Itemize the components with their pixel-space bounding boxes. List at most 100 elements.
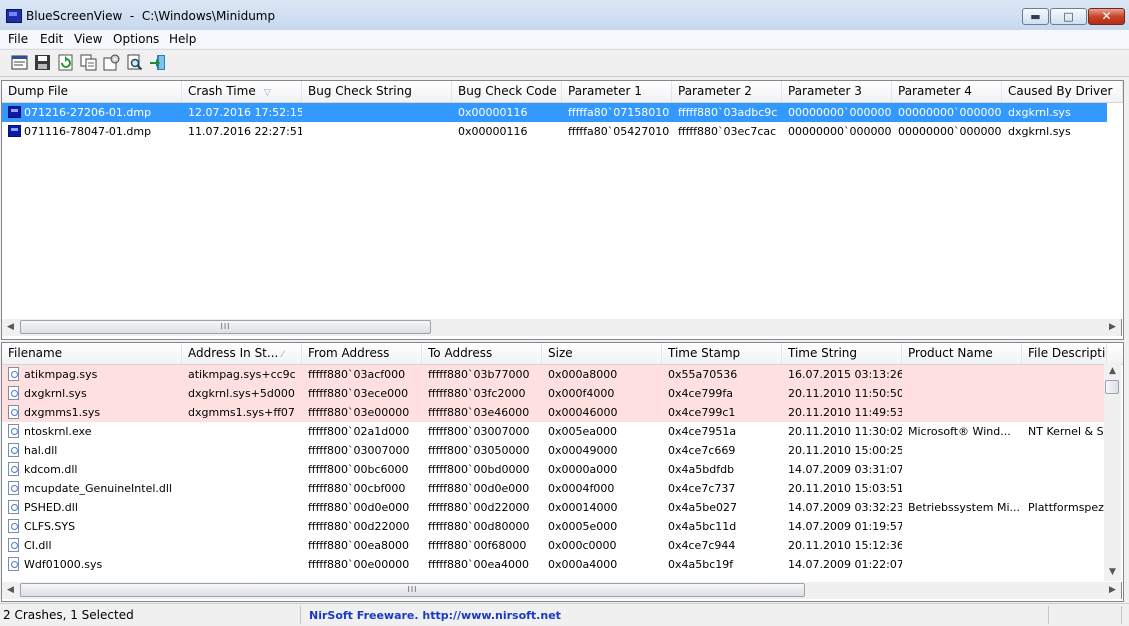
properties-icon[interactable] xyxy=(11,54,28,71)
refresh-icon[interactable] xyxy=(57,54,74,71)
scroll-right-icon[interactable]: ▶ xyxy=(1104,319,1121,336)
driver-row[interactable]: Wdf01000.sys fffff880`00e00000 fffff880`00… xyxy=(2,555,1107,574)
dump-cell-bug-code: 0x00000116 xyxy=(458,106,528,119)
find-icon[interactable] xyxy=(126,54,143,71)
driver-cell-stamp: 0x4a5be027 xyxy=(668,501,737,514)
driver-row[interactable]: atikmpag.sys atikmpag.sys+cc9c fffff880`03… xyxy=(2,365,1107,384)
sort-descending-icon: ▽ xyxy=(264,88,271,98)
driver-cell-addr xyxy=(182,441,302,460)
driver-row[interactable]: hal.dll fffff800`03007000 fffff800`0305000… xyxy=(2,441,1107,460)
driver-row[interactable]: CI.dll fffff880`00ea8000 fffff880`00f68000… xyxy=(2,536,1107,555)
save-icon[interactable] xyxy=(34,54,51,71)
column-to-address[interactable]: To Address xyxy=(422,343,542,364)
advanced-options-icon[interactable] xyxy=(103,54,120,71)
minimize-button[interactable]: ▬ xyxy=(1022,8,1049,25)
dump-row[interactable]: 071116-78047-01.dmp 11.07.2016 22:27:51 0x… xyxy=(2,122,1107,141)
column-address-in-stack[interactable]: Address In St... ⁄ xyxy=(182,343,302,364)
driver-cell-from: fffff880`03acf000 xyxy=(308,368,406,381)
driver-cell-name: ntoskrnl.exe xyxy=(24,425,92,438)
driver-cell-from: fffff800`02a1d000 xyxy=(308,425,410,438)
dump-cell-p2: fffff880`03adbc9c xyxy=(678,106,778,119)
driver-cell-to: fffff880`00d0e000 xyxy=(428,482,530,495)
menu-help[interactable]: Help xyxy=(167,31,198,47)
driver-row[interactable]: dxgmms1.sys dxgmms1.sys+ff07 fffff880`03e0… xyxy=(2,403,1107,422)
driver-row[interactable]: PSHED.dll fffff880`00d0e000 fffff880`00d22… xyxy=(2,498,1107,517)
nirsoft-link[interactable]: NirSoft Freeware. http://www.nirsoft.net xyxy=(309,606,1049,624)
driver-list-horizontal-scrollbar[interactable]: ◀ III ▶ xyxy=(1,582,1122,599)
column-time-stamp[interactable]: Time Stamp xyxy=(662,343,782,364)
dump-cell-file: 071216-27206-01.dmp xyxy=(24,106,152,119)
driver-cell-tstr: 20.11.2010 11:50:50 xyxy=(788,387,902,400)
scroll-left-icon[interactable]: ◀ xyxy=(2,582,19,599)
crash-dump-list[interactable]: Dump File Crash Time ▽ Bug Check String B… xyxy=(1,80,1124,340)
driver-cell-tstr: 20.11.2010 15:03:51 xyxy=(788,482,902,495)
column-size[interactable]: Size xyxy=(542,343,662,364)
driver-row[interactable]: CLFS.SYS fffff880`00d22000 fffff880`00d800… xyxy=(2,517,1107,536)
menu-file[interactable]: File xyxy=(6,31,30,47)
column-dump-file[interactable]: Dump File xyxy=(2,81,182,102)
driver-file-icon xyxy=(8,519,19,533)
driver-cell-tstr: 20.11.2010 15:00:25 xyxy=(788,444,902,457)
column-time-string[interactable]: Time String xyxy=(782,343,902,364)
column-bug-check-string[interactable]: Bug Check String xyxy=(302,81,452,102)
maximize-button[interactable]: □ xyxy=(1050,8,1087,25)
status-bar: 2 Crashes, 1 Selected NirSoft Freeware. … xyxy=(0,603,1129,626)
driver-cell-name: atikmpag.sys xyxy=(24,368,98,381)
scroll-left-icon[interactable]: ◀ xyxy=(2,319,19,336)
nirsoft-link-text[interactable]: NirSoft Freeware. http://www.nirsoft.net xyxy=(309,609,561,622)
driver-cell-product xyxy=(902,517,1022,536)
scroll-thumb[interactable]: III xyxy=(20,320,431,334)
scroll-up-icon[interactable]: ▲ xyxy=(1104,363,1121,380)
driver-list-vertical-scrollbar[interactable]: ▲ ▼ xyxy=(1104,363,1121,581)
column-filename[interactable]: Filename xyxy=(2,343,182,364)
driver-row[interactable]: mcupdate_GenuineIntel.dll fffff880`00cbf0… xyxy=(2,479,1107,498)
dump-row[interactable]: 071216-27206-01.dmp 12.07.2016 17:52:15 0x… xyxy=(2,103,1107,122)
driver-cell-from: fffff800`03007000 xyxy=(308,444,410,457)
close-button[interactable]: ✕ xyxy=(1088,8,1125,25)
driver-row[interactable]: kdcom.dll fffff800`00bc6000 fffff800`00bd0… xyxy=(2,460,1107,479)
driver-cell-product: Betriebssystem Mi... xyxy=(908,501,1020,514)
driver-cell-stamp: 0x4ce7c737 xyxy=(668,482,736,495)
driver-cell-addr: dxgkrnl.sys+5d000 xyxy=(188,387,295,400)
column-from-address[interactable]: From Address xyxy=(302,343,422,364)
column-bug-check-code[interactable]: Bug Check Code xyxy=(452,81,562,102)
driver-cell-desc xyxy=(1022,403,1107,422)
driver-cell-size: 0x0005e000 xyxy=(548,520,618,533)
column-product-name[interactable]: Product Name xyxy=(902,343,1022,364)
title-bar[interactable]: BlueScreenView - C:\Windows\Minidump ▬ □… xyxy=(0,0,1129,33)
driver-file-icon xyxy=(8,386,19,400)
column-parameter-3[interactable]: Parameter 3 xyxy=(782,81,892,102)
scroll-down-icon[interactable]: ▼ xyxy=(1104,564,1121,581)
dump-file-icon xyxy=(8,125,21,137)
scroll-right-icon[interactable]: ▶ xyxy=(1104,582,1121,599)
dump-cell-driver: dxgkrnl.sys xyxy=(1008,106,1071,119)
driver-row[interactable]: dxgkrnl.sys dxgkrnl.sys+5d000 fffff880`03e… xyxy=(2,384,1107,403)
crash-dump-horizontal-scrollbar[interactable]: ◀ III ▶ xyxy=(1,319,1122,336)
copy-icon[interactable] xyxy=(80,54,97,71)
driver-cell-tstr: 14.07.2009 01:19:57 xyxy=(788,520,902,533)
vertical-scroll-thumb[interactable] xyxy=(1105,380,1119,394)
driver-cell-product xyxy=(902,536,1022,555)
driver-cell-desc xyxy=(1022,479,1107,498)
driver-cell-product xyxy=(902,365,1022,384)
window-title: BlueScreenView - C:\Windows\Minidump xyxy=(26,9,276,23)
maximize-icon: □ xyxy=(1063,10,1074,23)
driver-cell-name: kdcom.dll xyxy=(24,463,78,476)
menu-view[interactable]: View xyxy=(72,31,104,47)
crash-count-status: 2 Crashes, 1 Selected xyxy=(3,606,301,624)
column-crash-time[interactable]: Crash Time ▽ xyxy=(182,81,302,102)
column-file-description[interactable]: File Description xyxy=(1022,343,1107,364)
menu-options[interactable]: Options xyxy=(111,31,161,47)
driver-list[interactable]: Filename Address In St... ⁄ From Address … xyxy=(1,342,1124,602)
driver-row[interactable]: ntoskrnl.exe fffff800`02a1d000 fffff800`03… xyxy=(2,422,1107,441)
driver-cell-name: hal.dll xyxy=(24,444,58,457)
driver-cell-addr: atikmpag.sys+cc9c xyxy=(188,368,296,381)
dump-cell-p1: fffffa80`05427010 xyxy=(568,125,670,138)
column-parameter-1[interactable]: Parameter 1 xyxy=(562,81,672,102)
exit-icon[interactable] xyxy=(149,54,166,71)
column-parameter-2[interactable]: Parameter 2 xyxy=(672,81,782,102)
column-caused-by-driver[interactable]: Caused By Driver xyxy=(1002,81,1123,102)
menu-edit[interactable]: Edit xyxy=(38,31,65,47)
column-parameter-4[interactable]: Parameter 4 xyxy=(892,81,1002,102)
scroll-thumb[interactable]: III xyxy=(20,583,805,597)
